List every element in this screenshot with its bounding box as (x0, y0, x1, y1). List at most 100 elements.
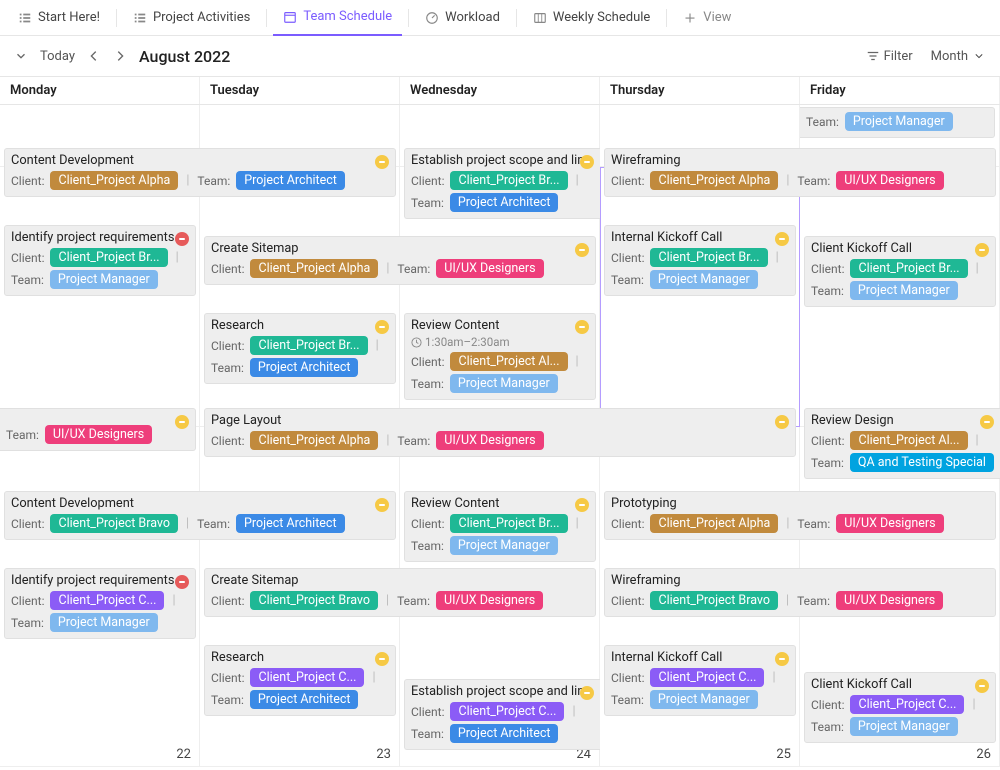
event-wireframing[interactable]: Wireframing Client: Client_Project Alpha… (604, 148, 996, 197)
client-chip: Client_Project Alpha (250, 431, 378, 450)
plus-icon (683, 11, 697, 25)
prev-month-button[interactable] (87, 49, 101, 63)
team-chip: Project Manager (850, 717, 958, 736)
event-research[interactable]: Research Client: Client_Project Br... | … (204, 313, 396, 384)
event-title: Content Development (11, 153, 389, 168)
event-client-label: Client: (411, 705, 444, 719)
filter-icon (866, 49, 880, 63)
event-team-label: Team: (611, 273, 644, 287)
event-team-label: Team: (211, 693, 244, 707)
event-card[interactable]: Team: Project Manager (800, 107, 995, 138)
team-chip: UI/UX Designers (836, 514, 943, 533)
view-mode-dropdown[interactable]: Month (931, 49, 986, 64)
status-icon (575, 498, 589, 512)
next-month-button[interactable] (113, 49, 127, 63)
event-client-label: Client: (611, 251, 644, 265)
client-chip: Client_Project Br... (650, 248, 767, 267)
event-client-label: Client: (811, 698, 844, 712)
event-wireframing[interactable]: Wireframing Client: Client_Project Bravo… (604, 568, 996, 617)
tab-workload[interactable]: Workload (415, 0, 510, 36)
date-number: 23 (376, 747, 391, 762)
event-client-label: Client: (811, 434, 844, 448)
event-identify-requirements[interactable]: Identify project requirements Client: Cl… (4, 225, 196, 296)
event-review-content[interactable]: Review Content 1:30am–2:30am Client: Cli… (404, 313, 596, 400)
event-internal-kickoff[interactable]: Internal Kickoff Call Client: Client_Pro… (604, 225, 796, 296)
event-client-label: Client: (211, 594, 244, 608)
expand-button[interactable] (14, 49, 28, 63)
event-team-label: Team: (397, 434, 430, 448)
status-icon (980, 415, 994, 429)
today-label: Today (40, 49, 75, 64)
client-chip: Client_Project Br... (250, 336, 367, 355)
event-team-label: Team: (11, 616, 44, 630)
tab-start-here[interactable]: Start Here! (8, 0, 110, 36)
dow-tuesday: Tuesday (200, 77, 400, 104)
event-research[interactable]: Research Client: Client_Project C... | T… (204, 645, 396, 716)
tab-separator (408, 9, 409, 27)
status-icon (775, 232, 789, 246)
client-chip: Client_Project C... (450, 702, 564, 721)
event-review-content[interactable]: Review Content Client: Client_Project Br… (404, 491, 596, 562)
event-client-kickoff[interactable]: Client Kickoff Call Client: Client_Proje… (804, 236, 996, 307)
event-title: Review Content (411, 318, 589, 333)
event-title: Wireframing (611, 573, 989, 588)
event-card[interactable]: Team: UI/UX Designers (0, 408, 196, 451)
status-icon (375, 498, 389, 512)
chevron-right-icon (113, 49, 127, 63)
event-client-label: Client: (11, 517, 44, 531)
dow-friday: Friday (800, 77, 1000, 104)
event-prototyping[interactable]: Prototyping Client: Client_Project Alpha… (604, 491, 996, 540)
event-content-development[interactable]: Content Development Client: Client_Proje… (4, 491, 396, 540)
filter-label: Filter (884, 49, 913, 64)
date-number: 26 (976, 747, 991, 762)
tab-project-activities[interactable]: Project Activities (123, 0, 260, 36)
gauge-icon (425, 11, 439, 25)
today-button[interactable]: Today (40, 49, 75, 64)
team-chip: Project Manager (650, 270, 758, 289)
client-chip: Client_Project Br... (450, 514, 567, 533)
tab-weekly-schedule[interactable]: Weekly Schedule (523, 0, 660, 36)
event-internal-kickoff[interactable]: Internal Kickoff Call Client: Client_Pro… (604, 645, 796, 716)
event-establish-scope[interactable]: Establish project scope and lin Client: … (404, 148, 600, 219)
month-title: August 2022 (139, 47, 230, 66)
event-team-label: Team: (211, 361, 244, 375)
list-icon (18, 11, 32, 25)
client-chip: Client_Project Br... (450, 171, 567, 190)
event-client-label: Client: (11, 251, 44, 265)
event-review-design[interactable]: Review Design Client: Client_Project Al.… (804, 408, 1000, 479)
event-establish-scope[interactable]: Establish project scope and lin Client: … (404, 679, 600, 750)
tab-add-view[interactable]: View (673, 0, 741, 36)
event-title: Review Content (411, 496, 589, 511)
team-chip: Project Architect (250, 358, 359, 377)
event-title: Client Kickoff Call (811, 241, 989, 256)
clock-icon (411, 337, 422, 348)
team-chip: Project Architect (450, 724, 559, 743)
date-number: 22 (176, 747, 191, 762)
event-create-sitemap[interactable]: Create Sitemap Client: Client_Project Al… (204, 236, 596, 285)
team-chip: Project Manager (450, 374, 558, 393)
event-client-kickoff[interactable]: Client Kickoff Call Client: Client_Proje… (804, 672, 996, 743)
date-number: 25 (776, 747, 791, 762)
event-create-sitemap[interactable]: Create Sitemap Client: Client_Project Br… (204, 568, 596, 617)
status-icon (975, 679, 989, 693)
event-client-label: Client: (211, 339, 244, 353)
tab-separator (666, 9, 667, 27)
status-icon (175, 232, 189, 246)
client-chip: Client_Project Alpha (250, 259, 378, 278)
status-icon (175, 415, 189, 429)
client-chip: Client_Project Br... (50, 248, 167, 267)
week-icon (533, 11, 547, 25)
team-chip: Project Manager (650, 690, 758, 709)
team-chip: UI/UX Designers (836, 171, 943, 190)
event-title: Internal Kickoff Call (611, 650, 789, 665)
event-identify-requirements[interactable]: Identify project requirements Client: Cl… (4, 568, 196, 639)
event-title: Create Sitemap (211, 241, 589, 256)
dow-thursday: Thursday (600, 77, 800, 104)
tab-team-schedule[interactable]: Team Schedule (273, 0, 402, 36)
chevron-down-icon (14, 49, 28, 63)
event-page-layout[interactable]: Page Layout Client: Client_Project Alpha… (204, 408, 796, 457)
event-client-label: Client: (611, 671, 644, 685)
event-title: Content Development (11, 496, 389, 511)
filter-button[interactable]: Filter (866, 49, 913, 64)
event-content-development[interactable]: Content Development Client: Client_Proje… (4, 148, 396, 197)
